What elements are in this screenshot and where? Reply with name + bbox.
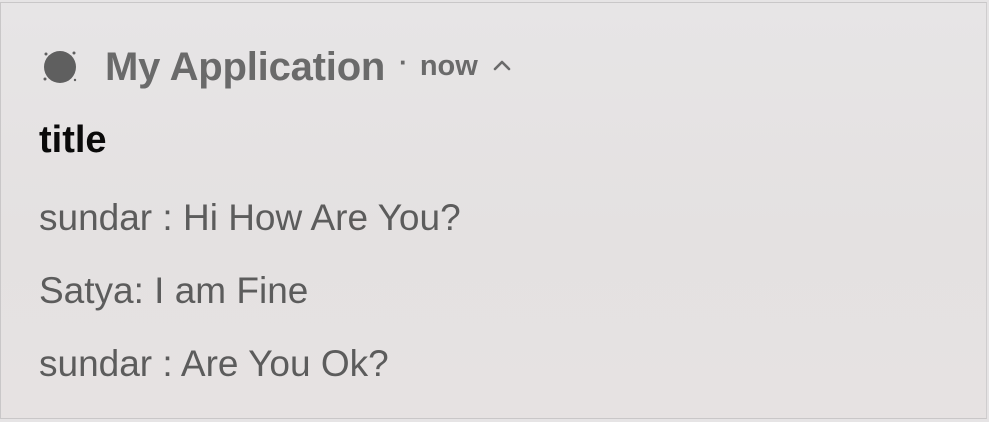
- message-line: sundar : Are You Ok?: [39, 343, 389, 384]
- notification-card[interactable]: My Application · now title sundar : Hi H…: [0, 2, 987, 419]
- expand-toggle[interactable]: [492, 58, 512, 77]
- header-separator: ·: [399, 46, 408, 77]
- notification-title: title: [39, 119, 107, 161]
- app-name: My Application: [105, 44, 386, 89]
- message-line: sundar : Hi How Are You?: [39, 197, 461, 238]
- notification-header: My Application · now: [41, 43, 512, 91]
- message-line: Satya: I am Fine: [39, 270, 309, 311]
- notification-time: now: [419, 49, 478, 82]
- app-circle-icon: [41, 48, 79, 86]
- chevron-up-icon: [492, 58, 512, 77]
- message-list: sundar : Hi How Are You? Satya: I am Fin…: [39, 196, 461, 415]
